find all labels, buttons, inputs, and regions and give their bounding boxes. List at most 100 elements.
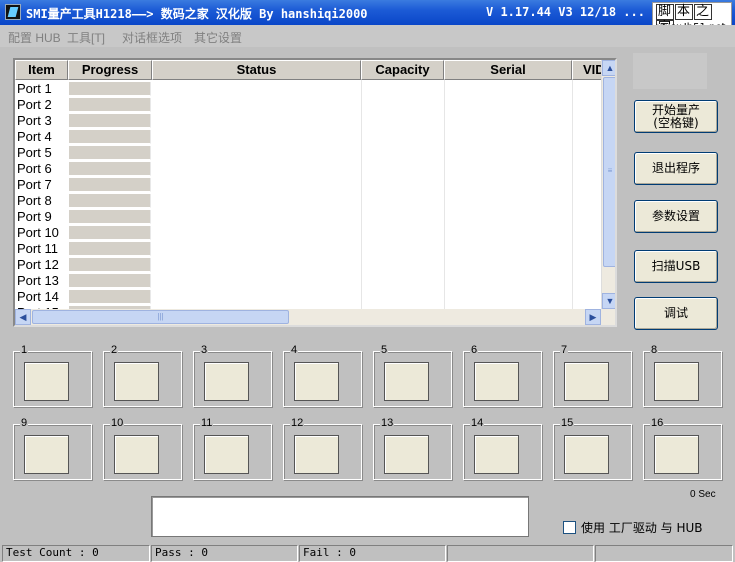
- port-slot-indicator[interactable]: [384, 362, 429, 401]
- port-slot-number: 16: [650, 417, 665, 429]
- port-slot: 9: [13, 417, 92, 480]
- progress-cell: [69, 178, 151, 192]
- column-divider: [361, 80, 362, 312]
- port-slot-indicator[interactable]: [384, 435, 429, 474]
- menu-bar: 配置 HUB 工具[T] 对话框选项 其它设置: [0, 25, 735, 47]
- progress-cell: [69, 274, 151, 288]
- port-slot-indicator[interactable]: [294, 435, 339, 474]
- port-slot-indicator[interactable]: [114, 362, 159, 401]
- table-row-label[interactable]: Port 3: [17, 113, 52, 128]
- progress-cell: [69, 290, 151, 304]
- watermark-char: 之: [694, 4, 713, 20]
- column-header-vid[interactable]: VID: [572, 60, 602, 80]
- progress-cell: [69, 194, 151, 208]
- port-slot-indicator[interactable]: [114, 435, 159, 474]
- menu-dialog-options[interactable]: 对话框选项: [122, 29, 182, 46]
- column-header-status[interactable]: Status: [152, 60, 361, 80]
- column-header-serial[interactable]: Serial: [444, 60, 572, 80]
- title-bar: SMI量产工具H1218——> 数码之家 汉化版 By hanshiqi2000…: [0, 0, 735, 25]
- table-row-label[interactable]: Port 1: [17, 81, 52, 96]
- table-row-label[interactable]: Port 13: [17, 273, 59, 288]
- progress-cell: [69, 82, 151, 96]
- status-fail: Fail : 0: [299, 545, 446, 562]
- table-row-label[interactable]: Port 12: [17, 257, 59, 272]
- panel-strip: [633, 53, 707, 89]
- table-row-label[interactable]: Port 2: [17, 97, 52, 112]
- port-slot: 11: [193, 417, 272, 480]
- port-slot: 3: [193, 344, 272, 407]
- port-slot-indicator[interactable]: [564, 435, 609, 474]
- scroll-down-icon[interactable]: ▼: [602, 293, 615, 309]
- table-row-label[interactable]: Port 10: [17, 225, 59, 240]
- port-slot-indicator[interactable]: [654, 435, 699, 474]
- scroll-up-icon[interactable]: ▲: [602, 60, 615, 76]
- port-slot-indicator[interactable]: [24, 362, 69, 401]
- column-header-item[interactable]: Item: [15, 60, 68, 80]
- start-production-button[interactable]: 开始量产 (空格键): [634, 100, 718, 133]
- port-slot-number: 4: [290, 344, 299, 356]
- progress-cell: [69, 226, 151, 240]
- table-row-label[interactable]: Port 11: [17, 241, 58, 256]
- port-slot-number: 3: [200, 344, 209, 356]
- port-slot-indicator[interactable]: [204, 435, 249, 474]
- progress-cell: [69, 114, 151, 128]
- exit-button[interactable]: 退出程序: [634, 152, 718, 185]
- port-slot-number: 13: [380, 417, 395, 429]
- table-row-label[interactable]: Port 5: [17, 145, 52, 160]
- port-slot-number: 11: [200, 417, 214, 429]
- vertical-scroll-thumb[interactable]: ≡: [603, 77, 615, 267]
- elapsed-timer: 0 Sec: [690, 489, 716, 500]
- window-title: SMI量产工具H1218——> 数码之家 汉化版 By hanshiqi2000: [26, 7, 368, 21]
- horizontal-scrollbar[interactable]: ◀ ||| ▶: [15, 309, 601, 325]
- scan-usb-button[interactable]: 扫描USB: [634, 250, 718, 283]
- port-slot: 2: [103, 344, 182, 407]
- app-icon: [5, 4, 21, 20]
- port-slot-number: 12: [290, 417, 305, 429]
- port-slot-indicator[interactable]: [654, 362, 699, 401]
- status-panel-empty: [447, 545, 594, 562]
- settings-button[interactable]: 参数设置: [634, 200, 718, 233]
- port-slot-number: 10: [110, 417, 125, 429]
- menu-tools[interactable]: 工具[T]: [67, 29, 105, 46]
- horizontal-scroll-thumb[interactable]: |||: [32, 310, 289, 324]
- table-row-label[interactable]: Port 8: [17, 193, 52, 208]
- column-header-capacity[interactable]: Capacity: [361, 60, 444, 80]
- vertical-scrollbar[interactable]: ▲ ≡ ▼: [601, 60, 615, 309]
- progress-cell: [69, 210, 151, 224]
- status-test-count: Test Count : 0: [2, 545, 150, 562]
- table-row-label[interactable]: Port 4: [17, 129, 52, 144]
- port-slot: 10: [103, 417, 182, 480]
- factory-driver-label[interactable]: 使用 工厂驱动 与 HUB: [581, 519, 702, 536]
- port-slot-indicator[interactable]: [204, 362, 249, 401]
- port-slot-number: 2: [110, 344, 119, 356]
- watermark-char: 本: [675, 4, 694, 20]
- factory-driver-checkbox[interactable]: [563, 521, 576, 534]
- table-row-label[interactable]: Port 9: [17, 209, 52, 224]
- progress-cell: [69, 146, 151, 160]
- port-list[interactable]: Item Progress Status Capacity Serial VID…: [13, 58, 617, 327]
- table-row-label[interactable]: Port 7: [17, 177, 52, 192]
- table-row-label[interactable]: Port 14: [17, 289, 59, 304]
- port-slot-indicator[interactable]: [474, 435, 519, 474]
- column-header-progress[interactable]: Progress: [68, 60, 152, 80]
- menu-config-hub[interactable]: 配置 HUB: [8, 29, 61, 46]
- message-box: [151, 496, 529, 537]
- column-divider: [572, 80, 573, 312]
- port-slot: 12: [283, 417, 362, 480]
- scroll-left-icon[interactable]: ◀: [15, 309, 31, 325]
- port-slot-indicator[interactable]: [474, 362, 519, 401]
- debug-button[interactable]: 调试: [634, 297, 718, 330]
- menu-other-settings[interactable]: 其它设置: [194, 29, 242, 46]
- table-row-label[interactable]: Port 6: [17, 161, 52, 176]
- port-slot: 4: [283, 344, 362, 407]
- port-slot-indicator[interactable]: [294, 362, 339, 401]
- port-slot-indicator[interactable]: [24, 435, 69, 474]
- port-slot: 1: [13, 344, 92, 407]
- port-slot: 8: [643, 344, 722, 407]
- column-divider: [444, 80, 445, 312]
- port-slot-number: 6: [470, 344, 479, 356]
- scroll-right-icon[interactable]: ▶: [585, 309, 601, 325]
- port-slot: 7: [553, 344, 632, 407]
- port-slot-indicator[interactable]: [564, 362, 609, 401]
- port-slot-number: 15: [560, 417, 575, 429]
